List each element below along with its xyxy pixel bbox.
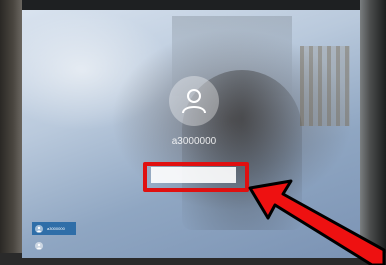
- red-arrow-icon: [248, 179, 386, 265]
